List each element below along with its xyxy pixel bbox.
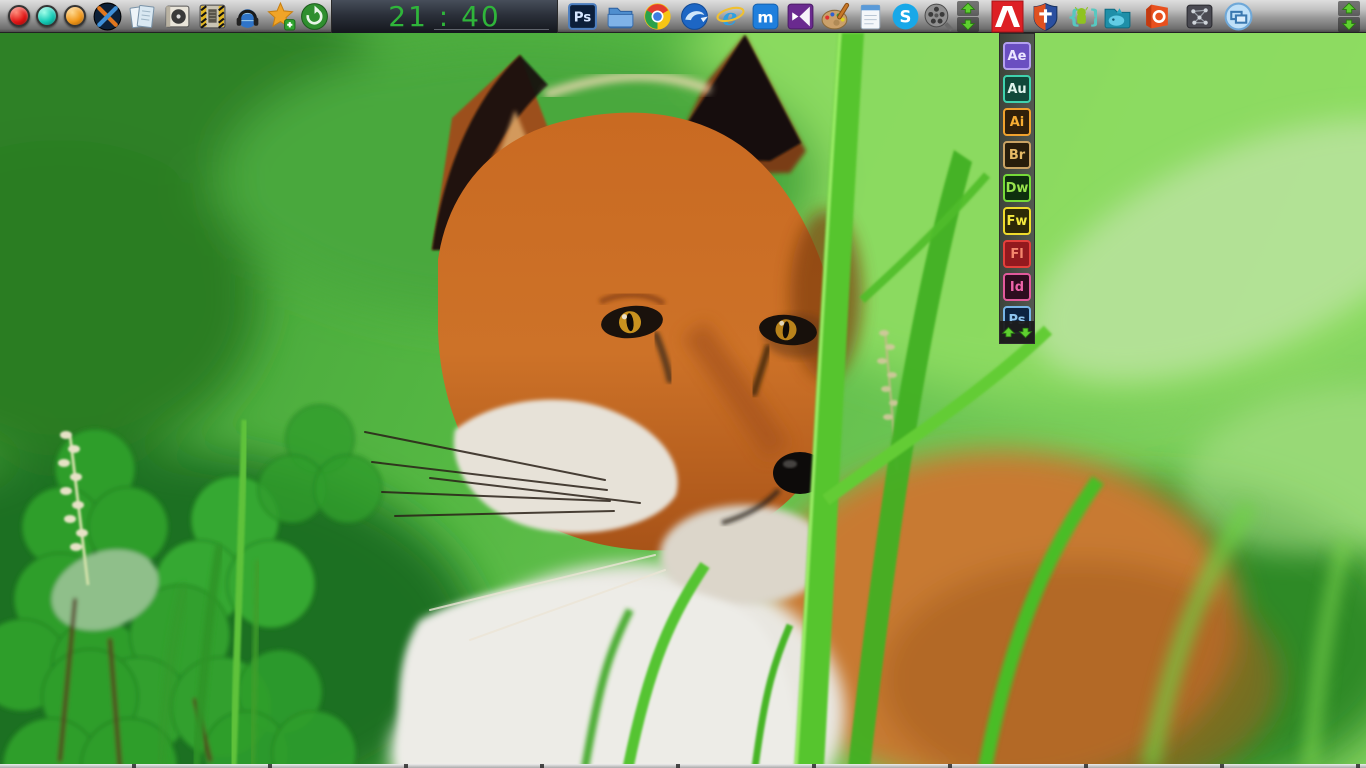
taskbar: 21 : 40 Ps e m	[0, 0, 1366, 33]
maxthon-icon[interactable]: m	[750, 1, 781, 32]
illustrator-label: Ai	[1010, 115, 1025, 130]
dropdown-item-illustrator[interactable]: Ai	[1003, 108, 1031, 136]
package-disc-icon[interactable]	[162, 1, 193, 32]
adobe-dropdown-menu: Ae Au Ai Br Dw Fw Fl Id Ps	[999, 33, 1035, 344]
x11-globe-icon[interactable]	[92, 1, 123, 32]
dropdown-item-dreamweaver[interactable]: Dw	[1003, 174, 1031, 202]
photoshop-icon[interactable]: Ps	[567, 1, 598, 32]
traffic-light-orange-button[interactable]	[64, 5, 86, 27]
svg-text:Ps: Ps	[574, 11, 592, 26]
android-sdk-icon[interactable]: { }	[1066, 1, 1097, 32]
audition-label: Au	[1007, 82, 1026, 97]
dropdown-item-indesign[interactable]: Id	[1003, 273, 1031, 301]
scroll-up-down-mini	[957, 1, 979, 32]
fox-wallpaper-image	[0, 33, 1366, 768]
bridge-label: Br	[1009, 148, 1025, 163]
flash-label: Fl	[1010, 247, 1023, 262]
visual-studio-icon[interactable]	[785, 1, 816, 32]
scroll-down-button[interactable]	[957, 17, 979, 32]
svg-text:}: }	[1089, 6, 1097, 29]
update-refresh-icon[interactable]	[299, 1, 330, 32]
scroll-up-right-button[interactable]	[1338, 1, 1360, 16]
antivirus-shield-icon[interactable]	[1030, 1, 1061, 32]
dropdown-item-bridge[interactable]: Br	[1003, 141, 1031, 169]
network-tools-icon[interactable]	[1184, 1, 1215, 32]
dropdown-item-audition[interactable]: Au	[1003, 75, 1031, 103]
dropdown-item-after-effects[interactable]: Ae	[1003, 42, 1031, 70]
desktop: 21 : 40 Ps e m	[0, 0, 1366, 768]
documents-icon[interactable]	[127, 1, 158, 32]
scroll-up-down-right	[1338, 1, 1360, 32]
fireworks-label: Fw	[1007, 214, 1028, 229]
office-icon[interactable]	[1141, 1, 1172, 32]
clock: 21 : 40	[388, 3, 501, 31]
dock-icon-ticks	[0, 764, 1366, 768]
internet-explorer-icon[interactable]: e	[715, 1, 746, 32]
hidden-bottom-dock[interactable]	[0, 764, 1366, 768]
media-reel-icon[interactable]	[923, 1, 954, 32]
folder-icon[interactable]	[605, 1, 636, 32]
scroll-down-right-button[interactable]	[1338, 17, 1360, 32]
dropdown-item-fireworks[interactable]: Fw	[1003, 207, 1031, 235]
notepad-icon[interactable]	[855, 1, 886, 32]
dropdown-item-flash[interactable]: Fl	[1003, 240, 1031, 268]
wallpaper	[0, 33, 1366, 768]
removable-drive-icon[interactable]	[197, 1, 228, 32]
scroll-up-button[interactable]	[957, 1, 979, 16]
traffic-light-teal-button[interactable]	[36, 5, 58, 27]
headphones-globe-icon[interactable]	[232, 1, 263, 32]
after-effects-label: Ae	[1008, 49, 1027, 64]
skype-icon[interactable]: S	[890, 1, 921, 32]
file-manager-fish-icon[interactable]	[1102, 1, 1133, 32]
adobe-suite-icon[interactable]	[991, 0, 1024, 33]
browser-swirl-icon[interactable]	[679, 1, 710, 32]
dreamweaver-label: Dw	[1006, 181, 1029, 196]
indesign-label: Id	[1010, 280, 1024, 295]
chrome-icon[interactable]	[642, 1, 673, 32]
dropdown-scroll-down-icon[interactable]	[1017, 325, 1034, 340]
traffic-light-red-button[interactable]	[8, 5, 30, 27]
clock-panel: 21 : 40	[331, 0, 558, 33]
dropdown-scroll-bar	[1000, 321, 1034, 343]
svg-text:S: S	[900, 8, 912, 27]
dropdown-scroll-up-icon[interactable]	[1000, 325, 1017, 340]
paint-palette-icon[interactable]	[820, 1, 851, 32]
favorites-add-icon[interactable]	[266, 1, 297, 32]
workspaces-icon[interactable]	[1223, 1, 1254, 32]
svg-text:m: m	[757, 9, 773, 27]
